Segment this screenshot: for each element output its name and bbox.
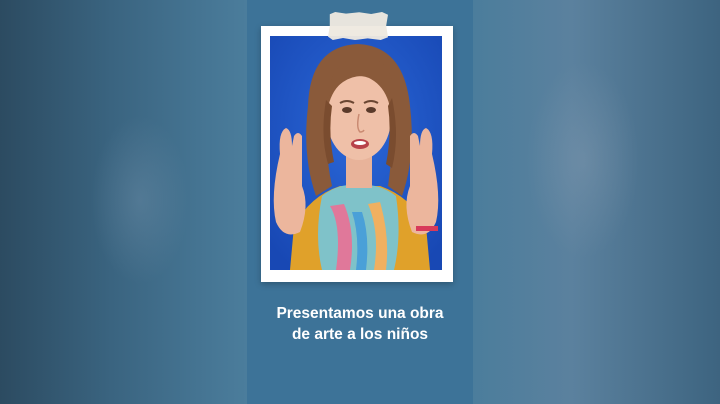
caption-line-2: de arte a los niños bbox=[291, 326, 429, 343]
video-stage: Presentamos una obra de arte a los niños bbox=[0, 0, 720, 404]
presenter-illustration bbox=[270, 36, 442, 270]
polaroid-frame bbox=[261, 26, 453, 282]
blurred-background-right bbox=[473, 0, 720, 404]
presenter-photo bbox=[270, 36, 442, 270]
tape-strip bbox=[328, 12, 388, 40]
caption-line-1: Presentamos una obra bbox=[276, 305, 444, 322]
caption-text: Presentamos una obra de arte a los niños bbox=[247, 303, 473, 345]
blurred-background-left bbox=[0, 0, 247, 404]
